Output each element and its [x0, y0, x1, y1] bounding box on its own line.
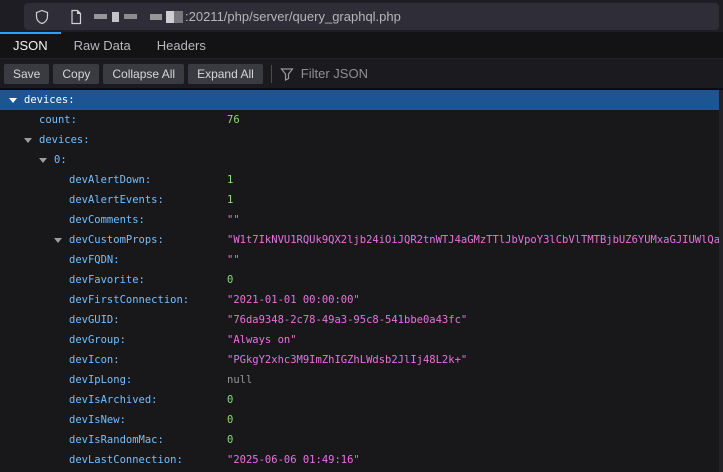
json-row-devIcon[interactable]: devIcon: "PGkgY2xhc3M9ImZhIGZhLWdsb2JlIj4… [0, 350, 723, 370]
json-row-devAlertDown[interactable]: devAlertDown: 1 [0, 170, 723, 190]
json-row-devIsArchived[interactable]: devIsArchived: 0 [0, 390, 723, 410]
json-key: devGUID: [69, 310, 120, 330]
json-value: "76da9348-2c78-49a3-95c8-541bbe0a43fc" [227, 310, 467, 330]
json-value: "Always on" [227, 330, 297, 350]
json-row-devLastConnection[interactable]: devLastConnection: "2025-06-06 01:49:16" [0, 450, 723, 470]
json-value: 0 [227, 390, 233, 410]
json-key: devIpLong: [69, 370, 132, 390]
json-key: devIsNew: [69, 410, 126, 430]
json-value: 1 [227, 170, 233, 190]
json-value: "" [227, 210, 240, 230]
json-key: devCustomProps: [69, 230, 164, 250]
json-key: devIsArchived: [69, 390, 158, 410]
filter-json-input[interactable] [301, 66, 719, 81]
json-row-devAlertEvents[interactable]: devAlertEvents: 1 [0, 190, 723, 210]
save-button[interactable]: Save [4, 64, 49, 84]
json-value: "2025-06-06 01:49:16" [227, 450, 360, 470]
json-row-devFQDN[interactable]: devFQDN: "" [0, 250, 723, 270]
redacted-host [94, 11, 183, 23]
copy-button[interactable]: Copy [53, 64, 99, 84]
json-value: "W1t7IkNVU1RQUk9QX2ljb24iOiJQR2tnWTJ4aGM… [227, 230, 723, 250]
toolbar-separator [271, 65, 272, 83]
json-row-0[interactable]: 0: [0, 150, 723, 170]
filter-container [280, 66, 719, 81]
json-key: devGroup: [69, 330, 126, 350]
tab-headers-label: Headers [157, 38, 206, 53]
json-row-devices[interactable]: devices: [0, 90, 723, 110]
json-row-devIpLong[interactable]: devIpLong: null [0, 370, 723, 390]
expand-all-button[interactable]: Expand All [188, 64, 263, 84]
json-key: devIcon: [69, 350, 120, 370]
json-tree-panel: devices:count:76devices:0:devAlertDown:1… [0, 89, 723, 472]
json-row-devGroup[interactable]: devGroup: "Always on" [0, 330, 723, 350]
json-key: devices: [24, 90, 75, 110]
json-key: devAlertDown: [69, 170, 151, 190]
json-value: 1 [227, 190, 233, 210]
json-key: 0: [54, 150, 67, 170]
json-value: "PGkgY2xhc3M9ImZhIGZhLWdsb2JlIj48L2k+" [227, 350, 467, 370]
collapse-arrow-icon[interactable] [39, 158, 47, 163]
collapse-all-button[interactable]: Collapse All [103, 64, 184, 84]
json-value: 0 [227, 430, 233, 450]
json-key: devices: [39, 130, 90, 150]
json-key: devIsRandomMac: [69, 430, 164, 450]
address-bar[interactable]: :20211/php/server/query_graphql.php [24, 3, 719, 30]
shield-icon[interactable] [34, 9, 50, 25]
page-icon[interactable] [68, 9, 84, 25]
json-value: 0 [227, 410, 233, 430]
json-row-devGUID[interactable]: devGUID: "76da9348-2c78-49a3-95c8-541bbe0… [0, 310, 723, 330]
netmonitor-tab-bar: JSON Raw Data Headers [0, 32, 723, 59]
json-value: 76 [227, 110, 240, 130]
json-row-devCustomProps[interactable]: devCustomProps: "W1t7IkNVU1RQUk9QX2ljb24i… [0, 230, 723, 250]
browser-toolbar: :20211/php/server/query_graphql.php [0, 0, 723, 32]
json-key: devFirstConnection: [69, 290, 189, 310]
json-row-count[interactable]: count: 76 [0, 110, 723, 130]
firefox-json-viewer-window: :20211/php/server/query_graphql.php JSON… [0, 0, 723, 472]
url-text: :20211/php/server/query_graphql.php [185, 9, 401, 24]
scrollbar[interactable] [719, 90, 723, 472]
json-key: devFQDN: [69, 250, 120, 270]
tab-json-label: JSON [13, 38, 48, 53]
tab-headers[interactable]: Headers [144, 32, 219, 58]
json-row-devices[interactable]: devices: [0, 130, 723, 150]
collapse-arrow-icon[interactable] [9, 98, 17, 103]
json-row-devFavorite[interactable]: devFavorite: 0 [0, 270, 723, 290]
tab-raw-data-label: Raw Data [74, 38, 131, 53]
json-value: 0 [227, 270, 233, 290]
json-row-devIsNew[interactable]: devIsNew: 0 [0, 410, 723, 430]
json-value: "2021-01-01 00:00:00" [227, 290, 360, 310]
json-key: devComments: [69, 210, 145, 230]
json-toolbar: Save Copy Collapse All Expand All [0, 59, 723, 89]
tab-json[interactable]: JSON [0, 32, 61, 58]
collapse-arrow-icon[interactable] [54, 238, 62, 243]
json-row-devIsRandomMac[interactable]: devIsRandomMac: 0 [0, 430, 723, 450]
json-row-devFirstConnection[interactable]: devFirstConnection: "2021-01-01 00:00:00" [0, 290, 723, 310]
json-key: devLastConnection: [69, 450, 183, 470]
tab-raw-data[interactable]: Raw Data [61, 32, 144, 58]
json-key: count: [39, 110, 77, 130]
collapse-arrow-icon[interactable] [24, 138, 32, 143]
json-key: devFavorite: [69, 270, 145, 290]
funnel-icon [280, 67, 294, 81]
json-value: null [227, 370, 252, 390]
json-key: devAlertEvents: [69, 190, 164, 210]
json-value: "" [227, 250, 240, 270]
json-row-devComments[interactable]: devComments: "" [0, 210, 723, 230]
